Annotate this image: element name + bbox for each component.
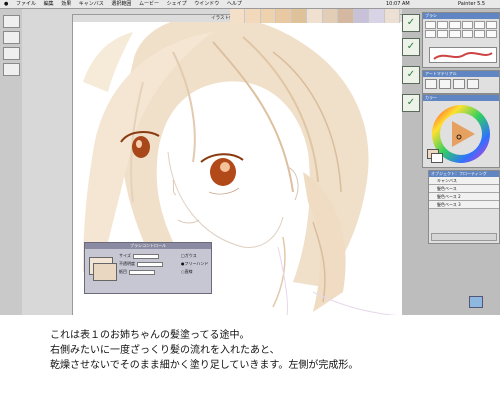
- brushes-palette[interactable]: ブラシ: [422, 12, 500, 68]
- menu-shapes[interactable]: シェイプ: [167, 0, 187, 8]
- menu-effects[interactable]: 効果: [61, 0, 71, 8]
- layer-item[interactable]: 髪色ベース 2: [429, 193, 499, 201]
- brush-variant[interactable]: [485, 21, 497, 29]
- size-control[interactable]: サイズ: [119, 253, 159, 259]
- option-straight-label: 直線: [184, 269, 193, 274]
- layer-controls[interactable]: [431, 233, 497, 241]
- option-gauss-label: ガウス: [184, 253, 197, 258]
- color-swatch[interactable]: [338, 9, 354, 23]
- tool-button[interactable]: [3, 63, 20, 76]
- option-freehand-label: フリーハンド: [184, 261, 209, 266]
- size-slider[interactable]: [132, 253, 159, 259]
- menu-movie[interactable]: ムービー: [139, 0, 159, 8]
- material-tab[interactable]: [425, 79, 437, 89]
- size-label: サイズ: [119, 253, 131, 258]
- color-swatch[interactable]: [93, 263, 117, 281]
- brush-variant[interactable]: [473, 30, 485, 38]
- color-swatch[interactable]: [353, 9, 370, 23]
- caption-area: これは表１のお姉ちゃんの髪塗ってる途中。 右側みたいに一度ざっくり髪の流れを入れ…: [0, 315, 500, 400]
- caption-line-1: これは表１のお姉ちゃんの髪塗ってる途中。: [50, 330, 250, 341]
- layers-palette[interactable]: オブジェクト：フローティング キャンバス 髪色ベース 髪色ベース 2 髪色ベース…: [428, 170, 500, 244]
- layer-item[interactable]: キャンバス: [429, 177, 499, 185]
- tool-button[interactable]: [3, 31, 20, 44]
- pen-tool-icon[interactable]: ✓: [402, 38, 420, 56]
- brush-controls-title: ブラシコントロール: [85, 243, 211, 249]
- brush-variant[interactable]: [449, 21, 461, 29]
- color-swatch[interactable]: [230, 9, 246, 23]
- brush-variant-grid[interactable]: [423, 19, 499, 40]
- brush-variant[interactable]: [437, 21, 449, 29]
- opacity-control[interactable]: 不透明度: [119, 261, 163, 267]
- brush-variant[interactable]: [449, 30, 461, 38]
- brush-variant[interactable]: [485, 30, 497, 38]
- secondary-color-swatch[interactable]: [431, 153, 443, 163]
- menu-app-name[interactable]: Painter 5.5: [458, 0, 485, 8]
- opacity-label: 不透明度: [119, 261, 135, 266]
- material-tab[interactable]: [453, 79, 465, 89]
- brush-stroke-icon: [433, 52, 493, 60]
- caption-line-2: 右側みたいに一度ざっくり髪の流れを入れたあと、: [50, 345, 280, 356]
- menu-help[interactable]: ヘルプ: [227, 0, 242, 8]
- tool-button[interactable]: [3, 15, 20, 28]
- eraser-tool-icon[interactable]: ✓: [402, 66, 420, 84]
- tool-button[interactable]: [3, 47, 20, 60]
- color-swatch[interactable]: [384, 9, 400, 23]
- color-swatch[interactable]: [276, 9, 292, 23]
- menu-bar: ● ファイル 編集 効果 キャンバス 選択範囲 ムービー シェイプ ウインドウ …: [0, 0, 500, 9]
- layer-item[interactable]: 髪色ベース: [429, 185, 499, 193]
- option-straight[interactable]: ○直線: [181, 269, 193, 275]
- color-swatch[interactable]: [291, 9, 308, 23]
- opacity-slider[interactable]: [137, 261, 163, 267]
- option-freehand[interactable]: ●フリーハンド: [181, 261, 208, 267]
- apple-menu-icon[interactable]: ●: [4, 0, 8, 8]
- brush-variant[interactable]: [461, 30, 473, 38]
- art-materials-palette[interactable]: アートマテリアル: [422, 70, 500, 94]
- layer-list[interactable]: キャンバス 髪色ベース 髪色ベース 2 髪色ベース 3: [429, 177, 499, 209]
- brush-variant[interactable]: [425, 30, 437, 38]
- menu-select[interactable]: 選択範囲: [111, 0, 131, 8]
- left-toolbar: [0, 9, 22, 315]
- menu-file[interactable]: ファイル: [16, 0, 36, 8]
- layer-item[interactable]: 髪色ベース 3: [429, 201, 499, 209]
- menu-clock: 10:07 AM: [386, 1, 410, 7]
- art-material-tabs[interactable]: [423, 77, 499, 91]
- color-swatch[interactable]: [245, 9, 261, 23]
- trash-icon[interactable]: [469, 296, 483, 308]
- caption-line-3: 乾燥させないでそのまま細かく塗り足していきます。左側が完成形。: [50, 360, 359, 371]
- option-gauss[interactable]: □ガウス: [181, 253, 197, 259]
- brush-controls-panel[interactable]: ブラシコントロール サイズ 不透明度 紙目 □ガウス ●フリーハンド ○直線: [84, 242, 212, 294]
- brush-variant[interactable]: [473, 21, 485, 29]
- color-palette[interactable]: カラー: [422, 94, 500, 168]
- color-swatch[interactable]: [322, 9, 339, 23]
- brush-preview: [429, 47, 497, 63]
- menu-window[interactable]: ウインドウ: [194, 0, 219, 8]
- grain-control[interactable]: 紙目: [119, 269, 155, 275]
- grain-label: 紙目: [119, 269, 127, 274]
- menu-edit[interactable]: 編集: [44, 0, 54, 8]
- brush-variant[interactable]: [425, 21, 437, 29]
- material-tab[interactable]: [439, 79, 451, 89]
- brush-tool-icon[interactable]: ✓: [402, 14, 420, 32]
- material-tab[interactable]: [467, 79, 479, 89]
- color-swatch[interactable]: [260, 9, 277, 23]
- color-swatch[interactable]: [307, 9, 323, 23]
- dropper-tool-icon[interactable]: ✓: [402, 94, 420, 112]
- brush-variant[interactable]: [461, 21, 473, 29]
- grain-slider[interactable]: [129, 269, 155, 275]
- menu-canvas[interactable]: キャンバス: [79, 0, 104, 8]
- color-set-palette[interactable]: [230, 9, 400, 23]
- color-swatch[interactable]: [369, 9, 385, 23]
- brush-variant[interactable]: [437, 30, 449, 38]
- desktop: ● ファイル 編集 効果 キャンバス 選択範囲 ムービー シェイプ ウインドウ …: [0, 0, 500, 315]
